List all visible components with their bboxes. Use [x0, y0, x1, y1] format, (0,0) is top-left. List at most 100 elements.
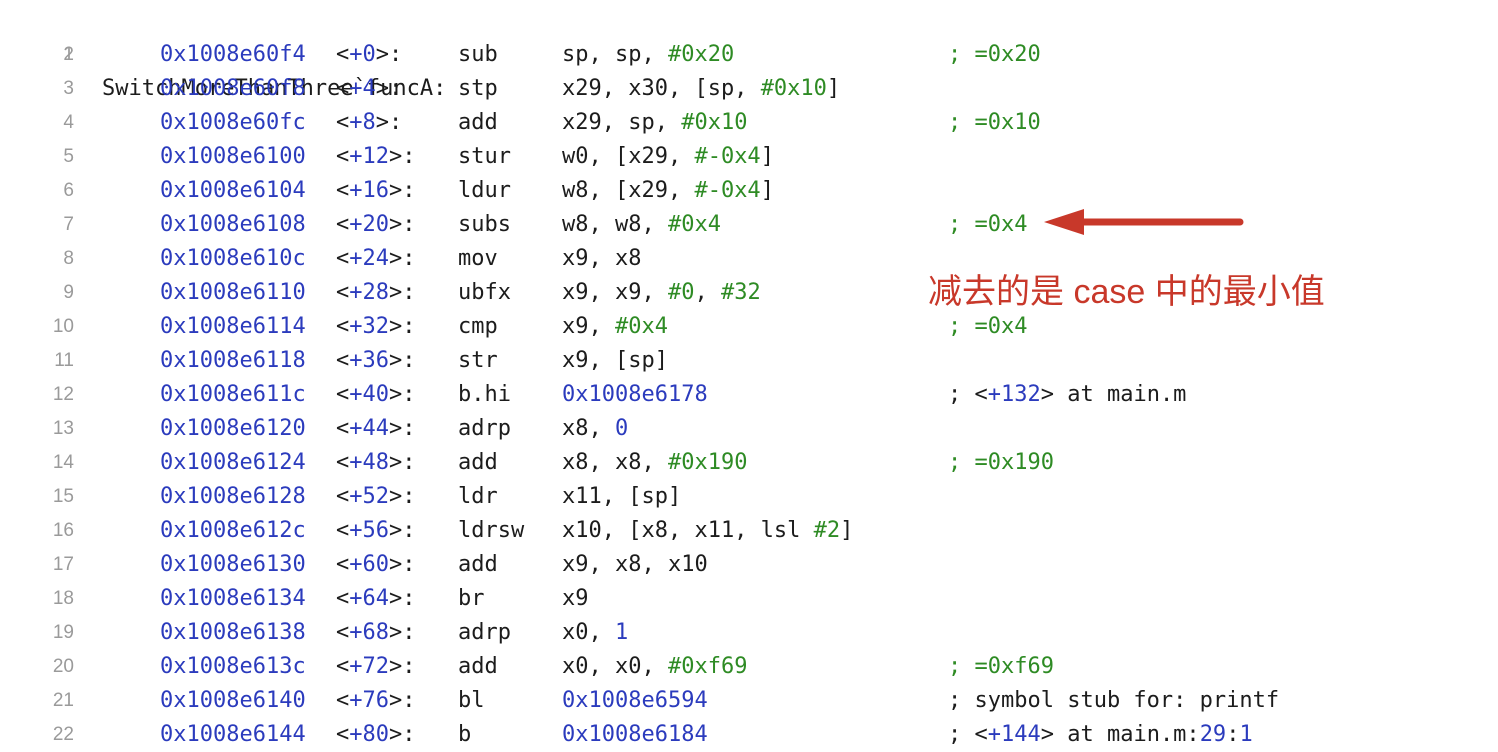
instruction-mnemonic: b [458, 722, 472, 747]
instruction-offset: <+56>: [336, 518, 416, 543]
instruction-mnemonic: add [458, 654, 498, 679]
instruction-address: 0x1008e6138 [160, 620, 306, 645]
instruction-address: 0x1008e611c [160, 382, 306, 407]
instruction-operands: sp, sp, #0x20 [562, 42, 735, 67]
line-number: 20 [52, 656, 74, 677]
instruction-address: 0x1008e60f4 [160, 42, 306, 67]
instruction-operands: x9, x9, #0, #32 [562, 280, 761, 305]
instruction-operands: 0x1008e6178 [562, 382, 708, 407]
instruction-line: 10 0x1008e6114 <+32>: cmp x9, #0x4 ; =0x4 [0, 310, 1498, 344]
instruction-offset: <+72>: [336, 654, 416, 679]
instruction-mnemonic: b.hi [458, 382, 511, 407]
instruction-line: 7 0x1008e6108 <+20>: subs w8, w8, #0x4 ; =0x4 [0, 208, 1498, 242]
instruction-offset: <+28>: [336, 280, 416, 305]
instruction-mnemonic: add [458, 450, 498, 475]
instruction-address: 0x1008e6108 [160, 212, 306, 237]
instruction-mnemonic: cmp [458, 314, 498, 339]
line-number: 6 [63, 180, 74, 201]
instruction-line: 13 0x1008e6120 <+44>: adrp x8, 0 [0, 412, 1498, 446]
instruction-mnemonic: mov [458, 246, 498, 271]
instruction-address: 0x1008e613c [160, 654, 306, 679]
instruction-mnemonic: ubfx [458, 280, 511, 305]
instruction-offset: <+0>: [336, 42, 403, 67]
instruction-operands: x9, x8, x10 [562, 552, 708, 577]
instruction-operands: x29, x30, [sp, #0x10] [562, 76, 841, 101]
line-number: 9 [63, 282, 74, 303]
line-number: 19 [52, 622, 74, 643]
instruction-mnemonic: str [458, 348, 498, 373]
instruction-comment: ; <+144> at main.m:29:1 [948, 722, 1253, 747]
instruction-line: 15 0x1008e6128 <+52>: ldr x11, [sp] [0, 480, 1498, 514]
instruction-offset: <+60>: [336, 552, 416, 577]
instruction-mnemonic: ldr [458, 484, 498, 509]
line-number: 4 [63, 112, 74, 133]
line-number: 8 [63, 248, 74, 269]
instruction-line: 6 0x1008e6104 <+16>: ldur w8, [x29, #-0x4] [0, 174, 1498, 208]
instruction-comment: ; symbol stub for: printf [948, 688, 1280, 713]
instruction-offset: <+32>: [336, 314, 416, 339]
instruction-offset: <+4>: [336, 76, 403, 101]
instruction-address: 0x1008e60fc [160, 110, 306, 135]
line-number: 22 [52, 724, 74, 745]
instruction-line: 19 0x1008e6138 <+68>: adrp x0, 1 [0, 616, 1498, 650]
line-number: 13 [52, 418, 74, 439]
line-number: 12 [52, 384, 74, 405]
instruction-comment: ; =0x4 [948, 314, 1028, 339]
instruction-operands: w8, w8, #0x4 [562, 212, 721, 237]
instruction-comment: ; =0x190 [948, 450, 1054, 475]
instruction-mnemonic: add [458, 552, 498, 577]
line-number: 7 [63, 214, 74, 235]
instruction-mnemonic: adrp [458, 620, 511, 645]
line-number: 11 [54, 350, 74, 371]
instruction-offset: <+68>: [336, 620, 416, 645]
instruction-offset: <+76>: [336, 688, 416, 713]
instruction-offset: <+24>: [336, 246, 416, 271]
instruction-offset: <+12>: [336, 144, 416, 169]
instruction-operands: 0x1008e6184 [562, 722, 708, 747]
instruction-offset: <+64>: [336, 586, 416, 611]
instruction-mnemonic: ldur [458, 178, 511, 203]
instruction-address: 0x1008e6140 [160, 688, 306, 713]
line-number: 17 [52, 554, 74, 575]
line-number: 3 [63, 78, 74, 99]
instruction-address: 0x1008e6134 [160, 586, 306, 611]
instruction-offset: <+8>: [336, 110, 403, 135]
instruction-line: 18 0x1008e6134 <+64>: br x9 [0, 582, 1498, 616]
instruction-address: 0x1008e6124 [160, 450, 306, 475]
instruction-line: 11 0x1008e6118 <+36>: str x9, [sp] [0, 344, 1498, 378]
instruction-address: 0x1008e610c [160, 246, 306, 271]
instruction-operands: x0, x0, #0xf69 [562, 654, 748, 679]
instruction-mnemonic: ldrsw [458, 518, 525, 543]
line-number: 10 [52, 316, 74, 337]
line-number: 5 [63, 146, 74, 167]
instruction-line: 16 0x1008e612c <+56>: ldrsw x10, [x8, x11, l… [0, 514, 1498, 548]
line-number: 16 [52, 520, 74, 541]
instruction-line: 14 0x1008e6124 <+48>: add x8, x8, #0x190 ; =0… [0, 446, 1498, 480]
instruction-address: 0x1008e6118 [160, 348, 306, 373]
instruction-offset: <+48>: [336, 450, 416, 475]
function-header-line: 1 SwitchMoreThanThree`funcA: [0, 4, 1498, 101]
instruction-address: 0x1008e60f8 [160, 76, 306, 101]
instruction-address: 0x1008e6100 [160, 144, 306, 169]
instruction-operands: w0, [x29, #-0x4] [562, 144, 774, 169]
instruction-address: 0x1008e612c [160, 518, 306, 543]
annotation-text: 减去的是 case 中的最小值 [928, 273, 1325, 311]
instruction-address: 0x1008e6130 [160, 552, 306, 577]
instruction-address: 0x1008e6128 [160, 484, 306, 509]
instruction-address: 0x1008e6110 [160, 280, 306, 305]
instruction-mnemonic: bl [458, 688, 485, 713]
instruction-line: 12 0x1008e611c <+40>: b.hi 0x1008e6178 ; <+13… [0, 378, 1498, 412]
instruction-operands: x9 [562, 586, 589, 611]
instruction-offset: <+36>: [336, 348, 416, 373]
instruction-line: 2 0x1008e60f4 <+0>: sub sp, sp, #0x20 ; =0x20 [0, 38, 1498, 72]
instruction-line: 5 0x1008e6100 <+12>: stur w0, [x29, #-0x4] [0, 140, 1498, 174]
instruction-mnemonic: stur [458, 144, 511, 169]
instruction-operands: x9, x8 [562, 246, 642, 271]
instruction-comment: ; =0x4 [948, 212, 1028, 237]
instruction-offset: <+80>: [336, 722, 416, 747]
instruction-offset: <+44>: [336, 416, 416, 441]
instruction-offset: <+52>: [336, 484, 416, 509]
instruction-offset: <+16>: [336, 178, 416, 203]
instruction-address: 0x1008e6104 [160, 178, 306, 203]
line-number: 15 [52, 486, 74, 507]
